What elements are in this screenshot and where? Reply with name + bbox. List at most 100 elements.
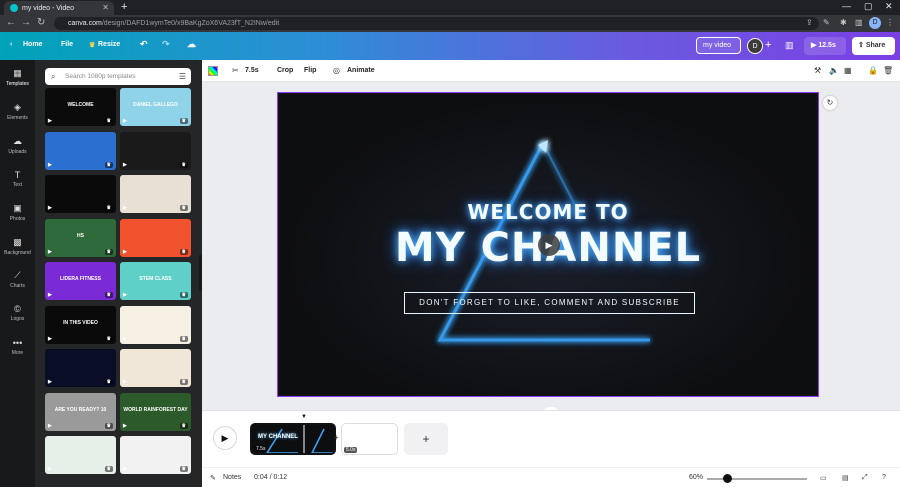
browser-tab-bar: my video - Video ✕ + — ▢ ✕: [0, 0, 900, 15]
template-search-input[interactable]: ⌕ Search 1080p templates ☰: [45, 68, 191, 85]
close-tab-icon[interactable]: ✕: [102, 3, 109, 12]
transparency-icon[interactable]: ▦: [844, 66, 852, 75]
trash-icon[interactable]: 🗑: [883, 66, 893, 75]
template-thumbnail[interactable]: HS ▶ ♛: [45, 218, 116, 257]
add-page-button[interactable]: +: [404, 423, 448, 455]
rail-item-templates[interactable]: ▦ Templates: [0, 68, 35, 87]
grid-view-icon[interactable]: ▤: [842, 474, 849, 482]
flip-button[interactable]: Flip: [304, 67, 316, 74]
invite-plus-icon[interactable]: +: [765, 39, 771, 51]
cloud-save-icon[interactable]: ☁: [187, 39, 196, 50]
clip-duration-button[interactable]: 7.5s: [245, 67, 259, 74]
template-thumbnail[interactable]: ▶ ♛: [120, 349, 191, 387]
rail-item-charts[interactable]: ⟋ Charts: [0, 270, 35, 289]
rail-item-text[interactable]: T Text: [0, 170, 35, 188]
crown-icon: ♛: [104, 422, 113, 429]
crop-button[interactable]: Crop: [277, 67, 293, 74]
color-picker-swatch[interactable]: [208, 66, 218, 76]
home-chevron-icon[interactable]: ‹: [10, 41, 12, 48]
volume-icon[interactable]: 🔈: [829, 66, 839, 75]
reload-icon[interactable]: ↻: [37, 17, 45, 28]
rail-item-photos[interactable]: ▣ Photos: [0, 203, 35, 222]
template-thumbnail[interactable]: ▶ ♛: [120, 305, 191, 344]
edit-icon[interactable]: ✎: [823, 18, 830, 27]
address-bar-row: ← → ↻ canva.com/design/DAFD1wymTe0/x9BaK…: [0, 15, 900, 32]
template-thumbnail[interactable]: IN THIS VIDEO ▶ ♛: [45, 305, 116, 344]
share-page-icon[interactable]: ⇪: [806, 18, 813, 27]
rail-item-uploads[interactable]: ☁ Uploads: [0, 136, 35, 155]
file-menu-button[interactable]: File: [61, 41, 73, 48]
context-toolbar: ✂ 7.5s Crop Flip ◎ Animate ⚒ 🔈 ▦ 🔒 🗑: [202, 60, 900, 82]
insights-icon[interactable]: ▥: [785, 40, 794, 51]
template-thumbnail[interactable]: STEM CLASS ▶ ♛: [120, 262, 191, 300]
insert-clip-plus-icon[interactable]: +: [334, 433, 339, 442]
template-thumbnail[interactable]: ▶ ♛: [45, 131, 116, 170]
back-arrow-icon[interactable]: ←: [6, 17, 16, 28]
undo-icon[interactable]: ↶: [140, 39, 148, 50]
welcome-text[interactable]: WELCOME TO: [280, 200, 816, 224]
page-view-icon[interactable]: ▭: [820, 474, 827, 482]
new-tab-icon[interactable]: +: [121, 1, 127, 13]
browser-profile-avatar[interactable]: D: [869, 17, 881, 29]
browser-tab[interactable]: my video - Video ✕: [4, 1, 114, 15]
animate-button[interactable]: Animate: [347, 67, 375, 74]
tab-title: my video - Video: [22, 4, 75, 12]
zoom-slider-handle[interactable]: [723, 474, 732, 483]
lock-icon[interactable]: 🔒: [868, 66, 878, 75]
notes-icon[interactable]: ✎: [210, 474, 216, 482]
minimize-icon[interactable]: —: [842, 1, 851, 11]
template-thumbnail[interactable]: LIDERA FITNESS ▶ ♛: [45, 262, 116, 300]
rail-item-more[interactable]: ••• More: [0, 338, 35, 356]
template-thumbnail[interactable]: ▶ ♛: [120, 131, 191, 170]
timeline-clip-1[interactable]: MY CHANNEL 7.5s: [250, 423, 336, 455]
template-thumbnail[interactable]: ▶ ♛: [120, 218, 191, 257]
uploads-icon: ☁: [13, 136, 22, 146]
filter-icon[interactable]: ☰: [179, 68, 186, 85]
redo-icon[interactable]: ↷: [162, 39, 170, 50]
zoom-level[interactable]: 60%: [689, 474, 703, 481]
rail-item-elements[interactable]: ◈ Elements: [0, 102, 35, 121]
zoom-slider-track[interactable]: [707, 478, 807, 480]
help-icon[interactable]: ?: [882, 474, 886, 481]
template-thumbnail[interactable]: ARE YOU READY? 10 ▶ ♛: [45, 392, 116, 431]
template-thumbnail[interactable]: ▶ ♛: [120, 175, 191, 213]
share-button[interactable]: ⇧ Share: [852, 37, 895, 55]
design-page[interactable]: WELCOME TO MY CHANNEL ▶ DON'T FORGET TO …: [277, 92, 819, 397]
video-play-icon: ▶: [48, 335, 52, 342]
template-thumbnail[interactable]: WORLD RAINFOREST DAY ▶ ♛: [120, 392, 191, 431]
notes-button[interactable]: Notes: [223, 474, 241, 481]
home-button[interactable]: Home: [23, 41, 42, 48]
preview-play-button[interactable]: ▶: [538, 234, 560, 256]
clip-1-text: MY CHANNEL: [258, 434, 298, 440]
resize-button[interactable]: Resize: [98, 41, 120, 48]
sidepanel-icon[interactable]: ▥: [855, 18, 863, 27]
timeline-clip-2[interactable]: 5.0s: [341, 423, 398, 455]
template-thumbnail[interactable]: DANIEL GALLEGO ▶ ♛: [120, 88, 191, 126]
rail-label: Templates: [6, 81, 29, 87]
forward-arrow-icon[interactable]: →: [21, 17, 31, 28]
template-thumbnail[interactable]: ▶ ♛: [45, 436, 116, 474]
user-avatar[interactable]: D: [747, 38, 763, 54]
playhead-marker-icon[interactable]: ▼: [301, 414, 307, 420]
design-title-input[interactable]: my video: [696, 37, 741, 54]
template-thumbnail[interactable]: ▶ ♛: [45, 349, 116, 387]
rail-item-background[interactable]: ▩ Background: [0, 237, 35, 256]
url-field[interactable]: canva.com/design/DAFD1wymTe0/x9BaKgZoX6V…: [54, 17, 819, 30]
extensions-icon[interactable]: ✱: [840, 18, 847, 27]
regenerate-icon[interactable]: ↻: [823, 96, 837, 110]
template-thumbnail[interactable]: ▶ ♛: [45, 175, 116, 213]
paint-roller-icon[interactable]: ⚒: [814, 66, 821, 75]
crown-icon: ♛: [104, 118, 113, 124]
browser-menu-icon[interactable]: ⋮: [886, 18, 894, 27]
rail-label: Background: [4, 250, 31, 256]
window-close-icon[interactable]: ✕: [885, 1, 893, 12]
maximize-icon[interactable]: ▢: [864, 1, 873, 12]
template-thumbnail[interactable]: WELCOME ▶ ♛: [45, 88, 116, 126]
subscribe-text-box[interactable]: DON'T FORGET TO LIKE, COMMENT AND SUBSCR…: [404, 292, 695, 314]
template-thumbnail[interactable]: ▶ ♛: [120, 436, 191, 474]
present-play-button[interactable]: ▶ 12.5s: [804, 37, 846, 55]
scissors-icon[interactable]: ✂: [232, 66, 239, 75]
rail-item-logos[interactable]: © Logos: [0, 304, 35, 322]
timeline-play-button[interactable]: ▶: [213, 426, 237, 450]
fullscreen-icon[interactable]: ⤢: [862, 474, 868, 482]
